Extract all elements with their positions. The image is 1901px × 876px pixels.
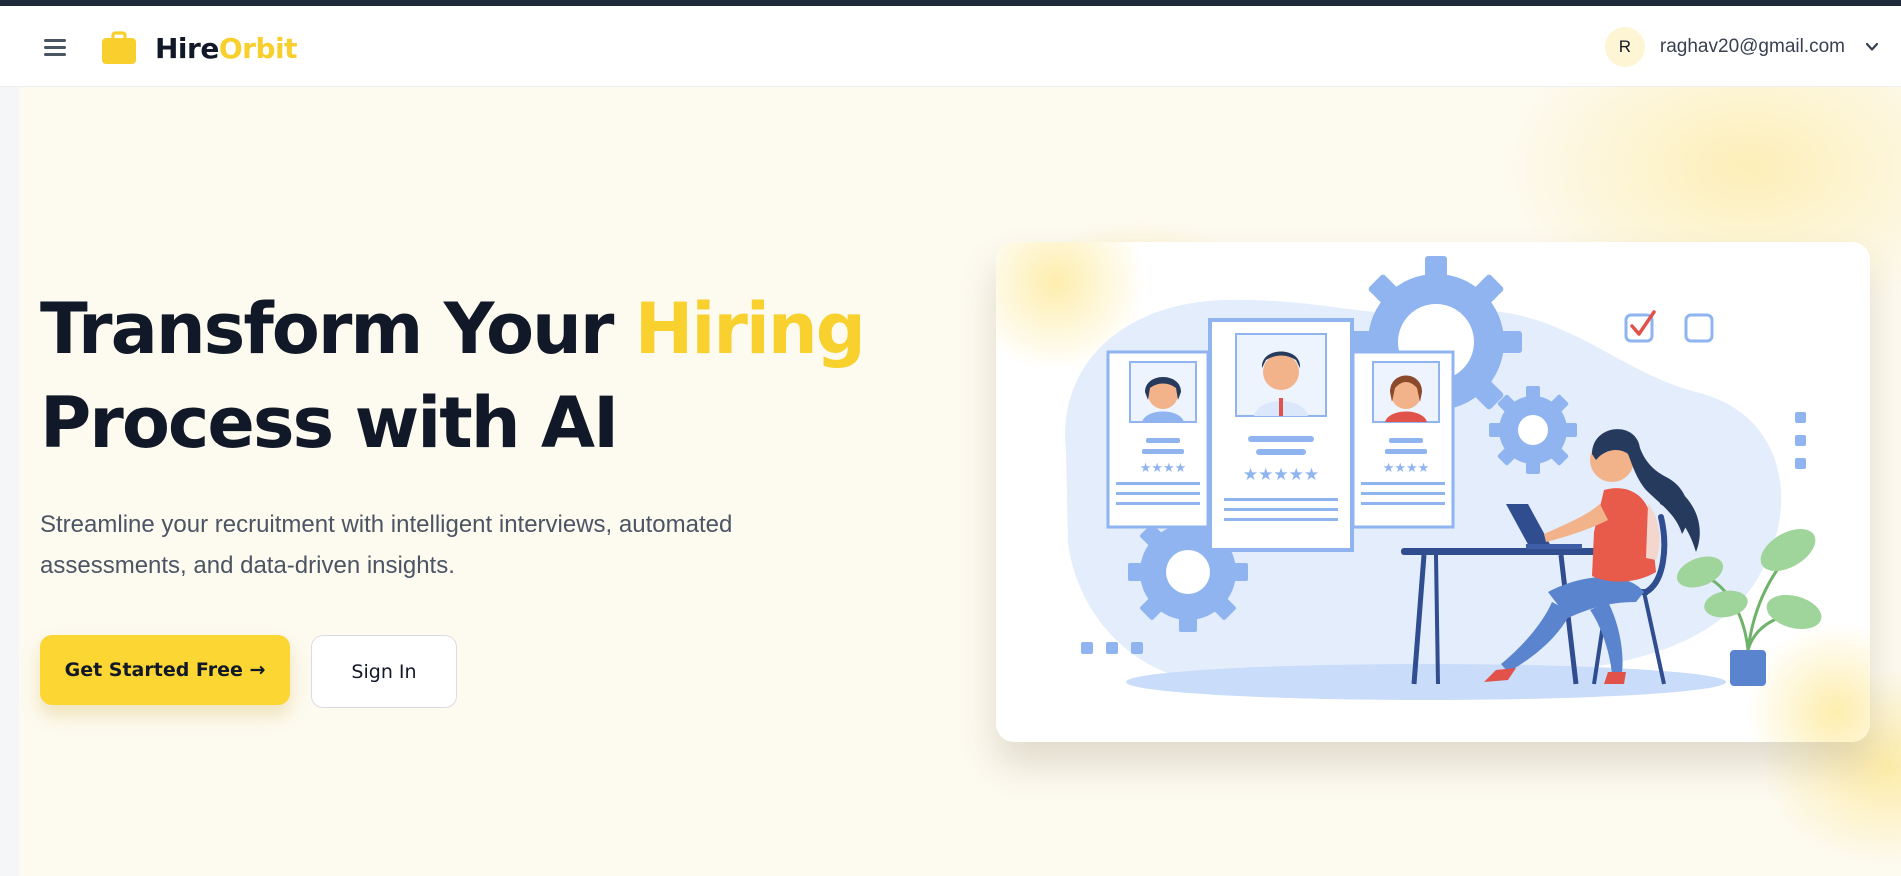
- hero-section: Transform Your Hiring Process with AI Str…: [19, 87, 1901, 876]
- brand-logo[interactable]: HireOrbit: [101, 28, 297, 68]
- hero-illustration-card: ★★★★ ★★★★ ★★★★★: [996, 242, 1870, 742]
- headline-part2: Process with AI: [40, 382, 619, 464]
- gear-icon: [1489, 386, 1577, 474]
- svg-text:★★★★: ★★★★: [1140, 461, 1187, 476]
- brand-name-part1: Hire: [155, 31, 219, 65]
- candidate-card: ★★★★: [1351, 350, 1455, 529]
- hero-headline: Transform Your Hiring Process with AI: [40, 282, 900, 470]
- sign-in-button[interactable]: Sign In: [311, 635, 457, 708]
- checkbox-empty-icon: [1684, 313, 1714, 343]
- avatar: R: [1604, 27, 1645, 67]
- candidate-card: ★★★★★: [1208, 318, 1354, 552]
- recruiter-illustration: ★★★★ ★★★★ ★★★★★: [996, 242, 1870, 742]
- headline-accent: Hiring: [634, 288, 866, 370]
- svg-text:★★★★★: ★★★★★: [1243, 465, 1319, 485]
- user-email: raghav20@gmail.com: [1659, 36, 1845, 57]
- get-started-button[interactable]: Get Started Free →: [40, 635, 290, 705]
- left-edge-strip: [0, 87, 19, 876]
- hamburger-menu-icon[interactable]: [41, 35, 69, 59]
- chevron-down-icon[interactable]: [1863, 38, 1881, 56]
- svg-text:★★★★: ★★★★: [1383, 461, 1430, 476]
- headline-part1: Transform Your: [40, 288, 635, 370]
- briefcase-icon: [102, 31, 136, 64]
- brand-name: HireOrbit: [155, 32, 297, 65]
- hero-subtext: Streamline your recruitment with intelli…: [40, 511, 733, 579]
- user-account-menu[interactable]: R raghav20@gmail.com: [1604, 26, 1881, 68]
- candidate-card: ★★★★: [1106, 350, 1210, 529]
- top-navbar: HireOrbit R raghav20@gmail.com: [0, 6, 1901, 87]
- brand-name-part2: Orbit: [218, 31, 298, 65]
